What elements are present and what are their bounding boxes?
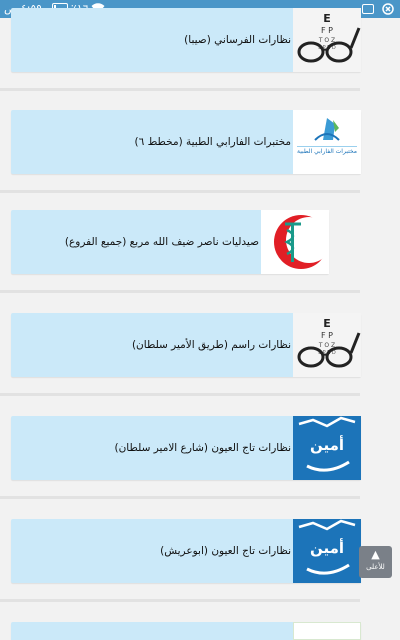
scroll-top-button[interactable]: ▲ للأعلى	[359, 546, 392, 578]
list-divider	[0, 88, 360, 91]
logo-text: مختبرات الفارابي الطبية	[297, 148, 357, 155]
svg-text:F P: F P	[321, 26, 333, 35]
listing-title: صيدليات ناصر ضيف الله مربع (جميع الفروع)	[64, 236, 259, 248]
taj-eyes-logo: أمين	[293, 416, 361, 480]
taj-eyes-logo: أمين	[293, 519, 361, 583]
logo-text: أمين	[309, 539, 345, 557]
listing-card[interactable]: نظارات راسم (طريق الأمير سلطان) E F P T …	[11, 313, 361, 377]
chevron-up-icon: ▲	[371, 548, 380, 561]
listing-card[interactable]: صيدليات ناصر ضيف الله مربع (جميع الفروع)	[11, 210, 329, 274]
eye-chart-glasses-icon: E F P T O Z L P E D	[293, 313, 361, 377]
listing-card[interactable]: نظارات تاج العيون (ابوعريش) أمين	[11, 519, 361, 583]
svg-text:E: E	[323, 317, 331, 330]
listing-title: نظارات تاج العيون (ابوعريش)	[160, 545, 291, 557]
list-divider	[0, 496, 360, 499]
listing-card[interactable]: نظارات الفرساني (صيبا) E F P T O Z L P E…	[11, 8, 361, 72]
listing-card[interactable]: مختبرات الفارابي الطبية (مخطط ٦) مختبرات…	[11, 110, 361, 174]
notification-icon	[382, 3, 394, 15]
list-divider	[0, 190, 360, 193]
list-divider	[0, 290, 360, 293]
svg-text:E: E	[323, 12, 331, 25]
screenshot-icon	[362, 4, 374, 14]
listing-card[interactable]: نظارات تاج العيون (شارع الامير سلطان) أم…	[11, 416, 361, 480]
logo-text: أمين	[309, 436, 345, 454]
farabi-lab-logo: مختبرات الفارابي الطبية	[293, 110, 361, 174]
scroll-top-label: للأعلى	[366, 563, 385, 571]
svg-text:F P: F P	[321, 331, 333, 340]
status-icons-right	[362, 2, 394, 16]
red-crescent-pharmacy-logo	[261, 210, 329, 274]
listing-title: نظارات الفرساني (صيبا)	[184, 34, 291, 46]
list-divider	[0, 599, 360, 602]
list-divider	[0, 393, 360, 396]
eye-chart-glasses-icon: E F P T O Z L P E D	[293, 8, 361, 72]
listing-card-partial[interactable]	[11, 622, 361, 640]
listing-thumbnail-partial	[293, 622, 361, 640]
listing-title: مختبرات الفارابي الطبية (مخطط ٦)	[134, 136, 292, 148]
listing-title: نظارات تاج العيون (شارع الامير سلطان)	[114, 442, 292, 454]
listing-title: نظارات راسم (طريق الأمير سلطان)	[131, 339, 291, 351]
